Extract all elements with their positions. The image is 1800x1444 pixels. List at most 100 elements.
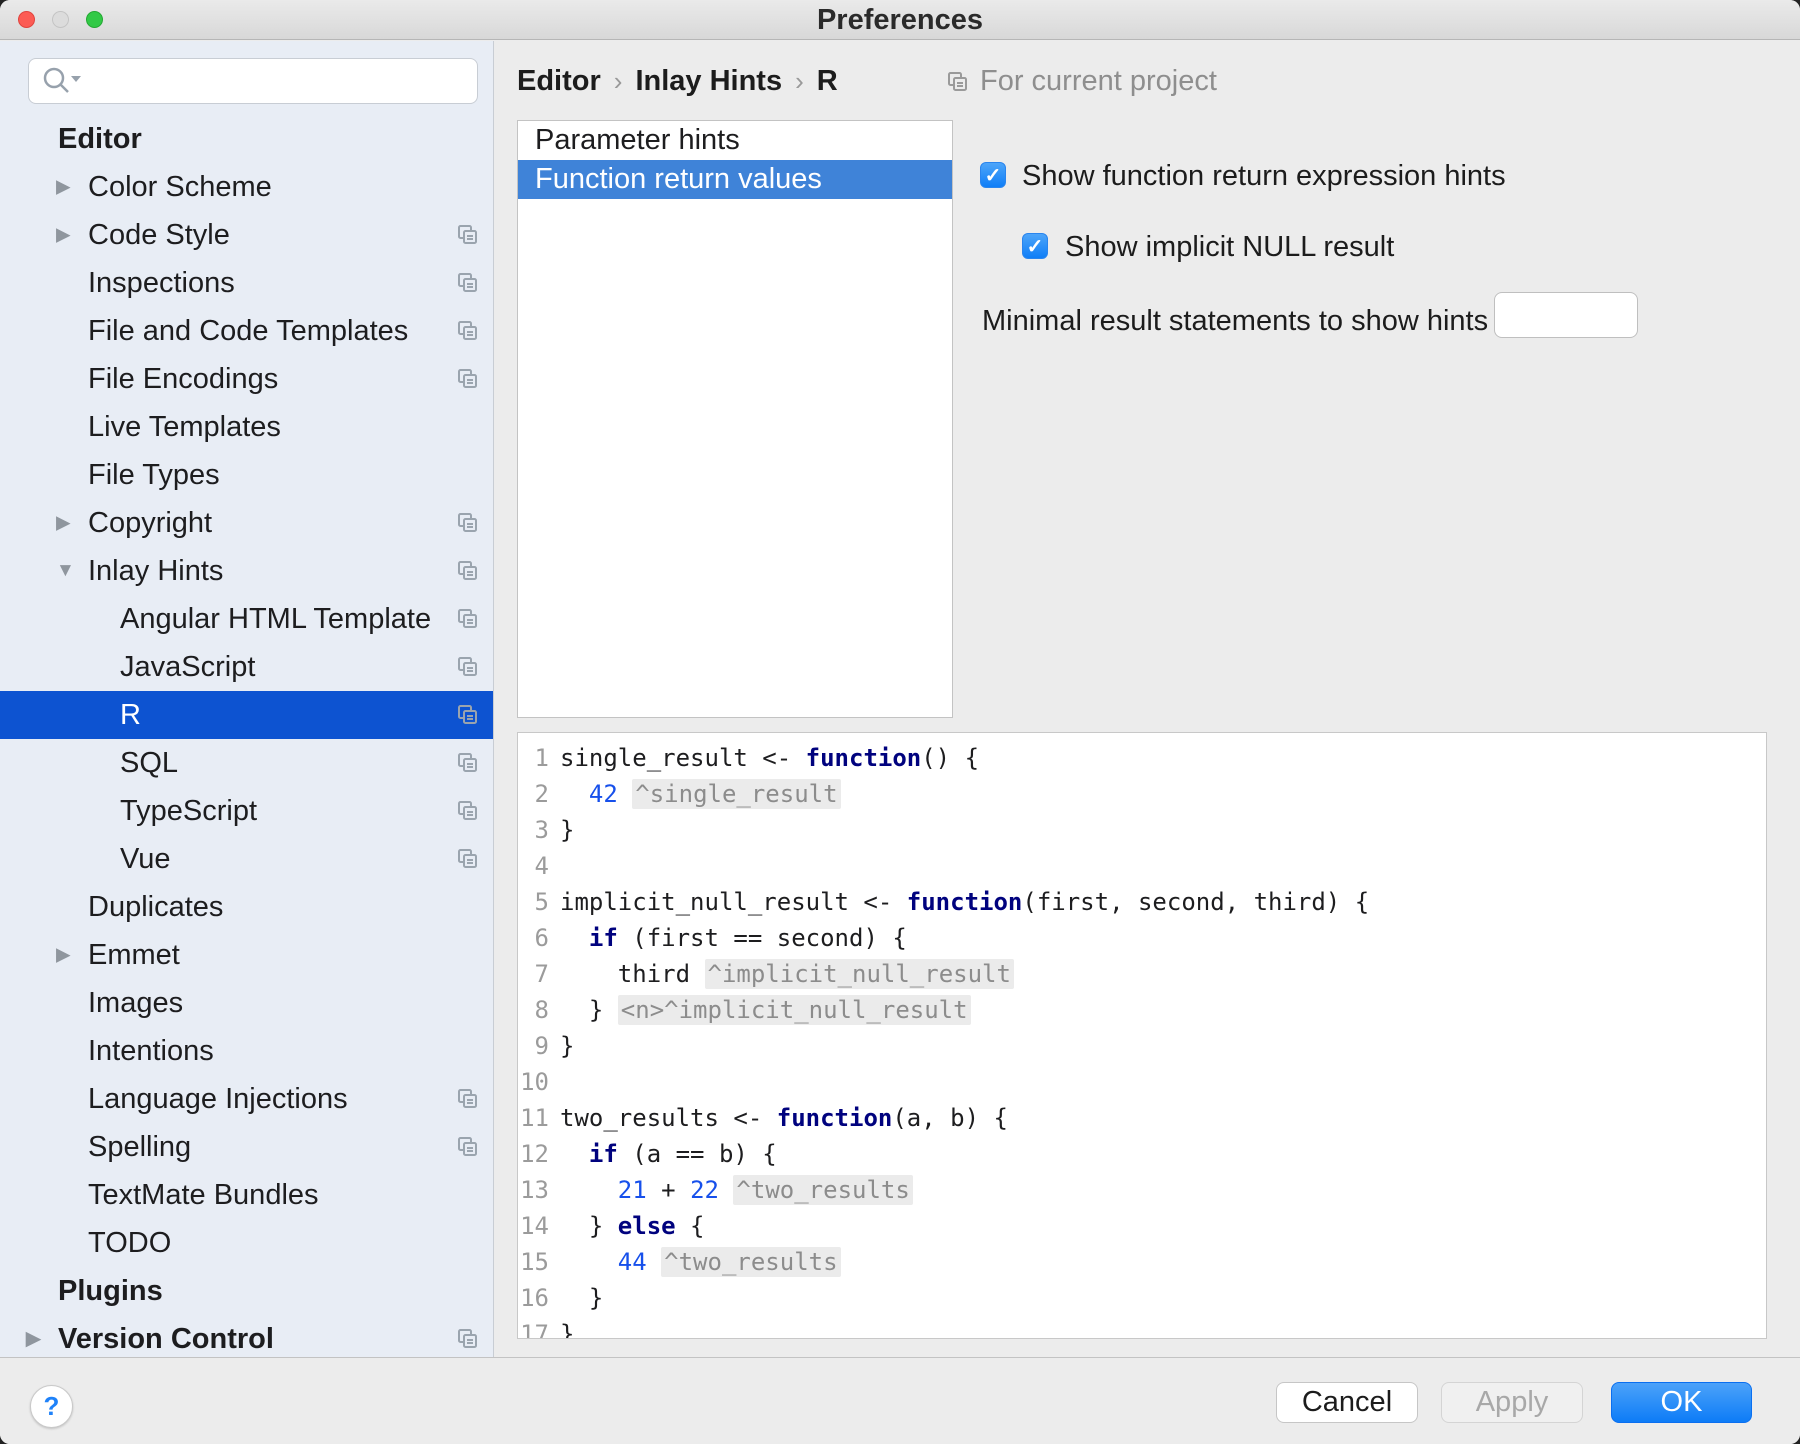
ok-button[interactable]: OK [1611, 1382, 1752, 1423]
code-line: 10 [518, 1064, 1766, 1100]
code-line: 11two_results <- function(a, b) { [518, 1100, 1766, 1136]
sidebar-item-plugins[interactable]: Plugins [0, 1267, 494, 1315]
inlay-hint-chip: ^two_results [661, 1247, 840, 1277]
sidebar-item-label: Inlay Hints [88, 555, 223, 588]
sidebar-item-file-and-code-templates[interactable]: File and Code Templates [0, 307, 494, 355]
code-line: 1single_result <- function() { [518, 740, 1766, 776]
sidebar-item-images[interactable]: Images [0, 979, 494, 1027]
sidebar-item-angular-html-template[interactable]: Angular HTML Template [0, 595, 494, 643]
code-text: 44 ^two_results [560, 1244, 841, 1280]
sidebar-item-todo[interactable]: TODO [0, 1219, 494, 1267]
settings-search-box[interactable] [28, 58, 478, 104]
code-line: 7 third ^implicit_null_result [518, 956, 1766, 992]
expand-arrow-icon[interactable]: ▶ [56, 944, 71, 967]
hint-type-parameter-hints[interactable]: Parameter hints [518, 121, 952, 160]
expand-arrow-icon[interactable]: ▶ [56, 512, 71, 535]
code-line: 17} [518, 1316, 1766, 1339]
hint-type-label: Function return values [535, 163, 822, 196]
per-project-icon [946, 70, 970, 94]
inlay-hint-chip: ^two_results [733, 1175, 912, 1205]
show-implicit-null-checkbox[interactable]: ✓ [1022, 233, 1048, 259]
hint-types-list: Parameter hintsFunction return values [517, 120, 953, 718]
sidebar-item-textmate-bundles[interactable]: TextMate Bundles [0, 1171, 494, 1219]
sidebar-item-version-control[interactable]: ▶ Version Control [0, 1315, 494, 1357]
line-number: 14 [518, 1208, 549, 1244]
help-button[interactable]: ? [30, 1385, 73, 1428]
line-number: 13 [518, 1172, 549, 1208]
search-icon [39, 64, 85, 98]
hint-type-function-return-values[interactable]: Function return values [518, 160, 952, 199]
cancel-button[interactable]: Cancel [1276, 1382, 1418, 1423]
copy-settings-icon [456, 703, 480, 727]
minimal-statements-label: Minimal result statements to show hints [982, 305, 1488, 338]
sidebar-item-label: File and Code Templates [88, 315, 408, 348]
sidebar-item-inspections[interactable]: Inspections [0, 259, 494, 307]
sidebar-item-spelling[interactable]: Spelling [0, 1123, 494, 1171]
line-number: 15 [518, 1244, 549, 1280]
sidebar-item-file-encodings[interactable]: File Encodings [0, 355, 494, 403]
line-number: 6 [518, 920, 549, 956]
expand-arrow-icon[interactable]: ▶ [56, 176, 71, 199]
inlay-hint-chip: <n>^implicit_null_result [618, 995, 971, 1025]
line-number: 9 [518, 1028, 549, 1064]
sidebar-item-label: Copyright [88, 507, 212, 540]
expand-arrow-icon[interactable]: ▶ [26, 1328, 41, 1351]
line-number: 4 [518, 848, 549, 884]
minimal-statements-spinner: + − [1494, 292, 1638, 338]
sidebar-item-label: SQL [120, 747, 178, 780]
sidebar-item-typescript[interactable]: TypeScript [0, 787, 494, 835]
sidebar-item-label: Version Control [58, 1323, 274, 1356]
breadcrumb-editor[interactable]: Editor [517, 65, 601, 98]
sidebar-item-label: R [120, 699, 141, 732]
apply-button[interactable]: Apply [1441, 1382, 1583, 1423]
code-line: 3} [518, 812, 1766, 848]
line-number: 3 [518, 812, 549, 848]
sidebar-item-label: TODO [88, 1227, 171, 1260]
copy-settings-icon [456, 847, 480, 871]
sidebar-item-live-templates[interactable]: Live Templates [0, 403, 494, 451]
code-text: } else { [560, 1208, 705, 1244]
sidebar-item-label: Plugins [58, 1275, 163, 1308]
scope-indicator: For current project [946, 65, 1217, 98]
sidebar-item-intentions[interactable]: Intentions [0, 1027, 494, 1075]
sidebar-item-vue[interactable]: Vue [0, 835, 494, 883]
minimal-statements-input[interactable] [1495, 293, 1638, 337]
settings-content: Editor › Inlay Hints › R For current pro… [494, 41, 1800, 1357]
sidebar-item-inlay-hints[interactable]: ▼ Inlay Hints [0, 547, 494, 595]
sidebar-item-javascript[interactable]: JavaScript [0, 643, 494, 691]
sidebar-item-label: Intentions [88, 1035, 214, 1068]
code-preview-editor[interactable]: 1single_result <- function() {2 42 ^sing… [517, 732, 1767, 1339]
sidebar-item-duplicates[interactable]: Duplicates [0, 883, 494, 931]
search-input[interactable] [85, 63, 477, 98]
sidebar-item-language-injections[interactable]: Language Injections [0, 1075, 494, 1123]
sidebar-item-emmet[interactable]: ▶Emmet [0, 931, 494, 979]
sidebar-item-label: Editor [58, 123, 142, 156]
collapse-arrow-icon[interactable]: ▼ [56, 560, 75, 582]
copy-settings-icon [456, 271, 480, 295]
line-number: 5 [518, 884, 549, 920]
breadcrumb: Editor › Inlay Hints › R [517, 61, 838, 101]
breadcrumb-separator: › [782, 66, 817, 97]
sidebar-item-code-style[interactable]: ▶Code Style [0, 211, 494, 259]
sidebar-item-color-scheme[interactable]: ▶Color Scheme [0, 163, 494, 211]
code-line: 14 } else { [518, 1208, 1766, 1244]
show-function-return-hints-checkbox[interactable]: ✓ [980, 162, 1006, 188]
sidebar-item-label: File Encodings [88, 363, 278, 396]
search-options-chevron-icon [71, 76, 81, 82]
sidebar-item-r[interactable]: R [0, 691, 494, 739]
sidebar-item-editor[interactable]: Editor [0, 115, 494, 163]
code-text: implicit_null_result <- function(first, … [560, 884, 1369, 920]
inlay-hint-chip: ^implicit_null_result [705, 959, 1014, 989]
line-number: 1 [518, 740, 549, 776]
expand-arrow-icon[interactable]: ▶ [56, 224, 71, 247]
code-text: if (first == second) { [560, 920, 907, 956]
sidebar-item-label: Vue [120, 843, 171, 876]
copy-settings-icon [456, 655, 480, 679]
sidebar-item-copyright[interactable]: ▶ Copyright [0, 499, 494, 547]
code-line: 5 implicit_null_result <- function(first,… [518, 884, 1766, 920]
settings-sidebar: Editor ▶Color Scheme▶Code StyleInspection… [0, 41, 494, 1357]
sidebar-item-sql[interactable]: SQL [0, 739, 494, 787]
code-line: 9} [518, 1028, 1766, 1064]
breadcrumb-inlay-hints[interactable]: Inlay Hints [635, 65, 782, 98]
sidebar-item-file-types[interactable]: File Types [0, 451, 494, 499]
